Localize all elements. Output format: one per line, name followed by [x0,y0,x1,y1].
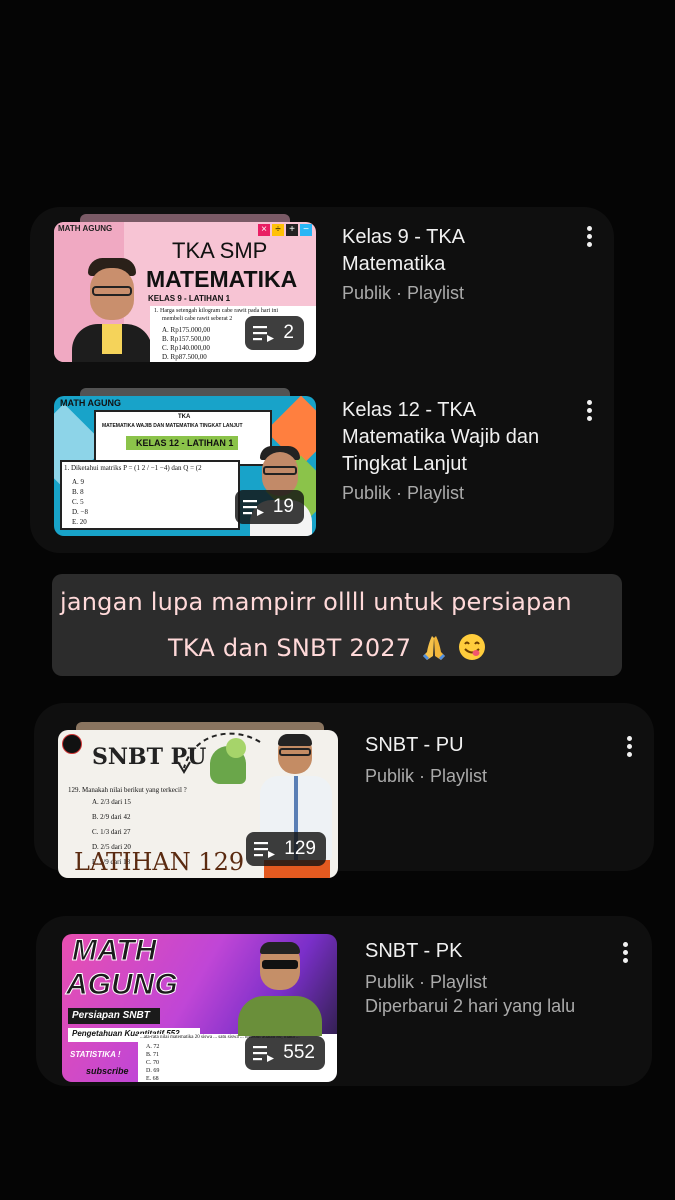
title-line: Kelas 12 - TKA [342,399,477,421]
option: B. Rp157.500,00 [162,335,210,343]
person-photo [72,258,152,362]
playlist-title[interactable]: Kelas 12 - TKA Matematika Wajib dan Ting… [342,397,578,478]
curved-arrow-icon [177,732,261,774]
multiply-icon: × [258,224,270,236]
option: B. 8 [72,488,84,496]
tag-persiapan: Persiapan SNBT [68,1008,160,1024]
option: C. 5 [72,498,84,506]
playlist-meta: Publik · Playlist [342,483,465,503]
playlist-meta: Publik · Playlist [365,972,488,992]
thumb-brand: MATH AGUNG [58,224,113,233]
header-text: MATEMATIKA WAJIB DAN MATEMATIKA TINGKAT … [102,423,243,429]
playlist-title[interactable]: SNBT - PK [365,938,462,965]
thumb-subtitle: KELAS 9 - LATIHAN 1 [148,294,231,303]
caption-line-1: jangan lupa mampirr ollll untuk persiapa… [60,588,572,616]
playlist-title[interactable]: Kelas 9 - TKA Matematika [342,224,572,278]
playlist-thumbnail[interactable]: MATH AGUNG Persiapan SNBT Pengetahuan Ku… [62,934,337,1082]
plus-icon: + [286,224,298,236]
minus-icon: − [300,224,312,236]
question-text: 1. Harga setengah kilogram cabe rawit pa… [154,308,279,314]
tag-statistika: STATISTIKA ! [70,1050,121,1059]
playlist-stack-edge [80,214,290,222]
more-options-icon[interactable] [615,942,635,968]
tag-subscribe: subscribe [86,1066,129,1076]
option: D. 69 [146,1068,160,1074]
playlist-meta: Publik · Playlist [342,283,465,303]
thumb-brand: MATH [71,934,157,968]
playlist-queue-icon [242,500,264,516]
playlist-meta: Publik · Playlist [365,766,488,786]
option: A. 72 [146,1044,160,1050]
playlist-stack-edge [76,722,324,730]
video-count: 129 [284,838,316,859]
title-line: Matematika [342,253,446,275]
playlist-queue-icon [253,1046,275,1062]
option: A. 9 [72,478,85,486]
person-photo [234,940,326,1036]
more-options-icon[interactable] [579,226,599,252]
option: C. 70 [146,1060,160,1066]
header-panel: TKA MATEMATIKA WAJIB DAN MATEMATIKA TING… [94,410,272,466]
thumb-footer: LATIHAN 129 [74,848,245,876]
option: E. 68 [146,1076,159,1082]
option: E. 20 [72,518,87,526]
playlist-updated: Diperbarui 2 hari yang lalu [365,996,576,1016]
playlist-item-snbt-pk[interactable]: MATH AGUNG Persiapan SNBT Pengetahuan Ku… [62,934,652,1084]
yum-face-icon [458,634,485,660]
option: A. 2/3 dari 15 [92,798,131,806]
option: C. 1/3 dari 27 [92,828,131,836]
video-count: 552 [283,1042,315,1063]
thumb-headline: TKA SMP [172,238,268,263]
option: A. Rp175.000,00 [162,326,211,334]
option: B. 2/9 dari 42 [92,813,131,821]
option: C. Rp140.000,00 [162,344,210,352]
video-count: 19 [272,496,294,517]
caption-text: TKA dan SNBT 2027 [168,634,412,662]
playlist-queue-icon [254,842,276,858]
option: D. Rp87.500,00 [162,353,207,361]
caption-line-2: TKA dan SNBT 2027 [168,632,487,662]
question-text: 129. Manakah nilai berikut yang terkecil… [68,786,187,794]
channel-logo [62,734,82,754]
thumb-headline: MATEMATIKA [146,266,298,292]
thumb-brand: AGUNG [66,968,179,1002]
latihan-banner: KELAS 12 - LATIHAN 1 [126,436,238,450]
banner-text: KELAS 12 - LATIHAN 1 [136,438,234,448]
thumb-brand: MATH AGUNG [60,398,121,408]
question-text: membeli cabe rawit seberat 2 [162,316,233,322]
video-count-badge: 19 [234,490,304,524]
more-options-icon[interactable] [619,736,639,762]
math-ops-icons: × ÷ + − [258,224,312,236]
playlist-thumbnail[interactable]: MATH AGUNG × ÷ + − TKA SMP MATEMATIKA KE… [54,222,316,362]
title-line: Tingkat Lanjut [342,453,467,475]
title-line: Kelas 9 - TKA [342,226,466,248]
more-options-icon[interactable] [579,400,599,426]
playlist-item-snbt-pu[interactable]: SNBT PU 129. Manakah nilai berikut yang … [58,722,654,882]
tag-text: Persiapan SNBT [72,1010,150,1021]
option: B. 71 [146,1052,160,1058]
playlist-title[interactable]: SNBT - PU [365,732,464,759]
playlist-queue-icon [253,326,275,342]
playlist-item-kelas-9[interactable]: MATH AGUNG × ÷ + − TKA SMP MATEMATIKA KE… [54,214,614,364]
question-panel: 1. Diketahui matriks P = (1 2 / −1 −4) d… [60,460,240,530]
playlist-thumbnail[interactable]: MATH AGUNG TKA MATEMATIKA WAJIB DAN MATE… [54,396,316,536]
title-line: Matematika Wajib dan [342,426,540,448]
option: D. −8 [72,508,89,516]
video-count-badge: 552 [245,1036,325,1070]
playlist-stack-edge [80,388,290,396]
video-count-badge: 2 [245,316,304,350]
divide-icon: ÷ [272,224,284,236]
playlist-thumbnail[interactable]: SNBT PU 129. Manakah nilai berikut yang … [58,730,338,878]
video-count-badge: 129 [246,832,326,866]
video-count: 2 [283,322,294,343]
header-text: TKA [178,414,191,420]
question-text: 1. Diketahui matriks P = (1 2 / −1 −4) d… [64,464,202,472]
playlist-item-kelas-12[interactable]: MATH AGUNG TKA MATEMATIKA WAJIB DAN MATE… [54,388,614,538]
folded-hands-icon [423,636,446,660]
